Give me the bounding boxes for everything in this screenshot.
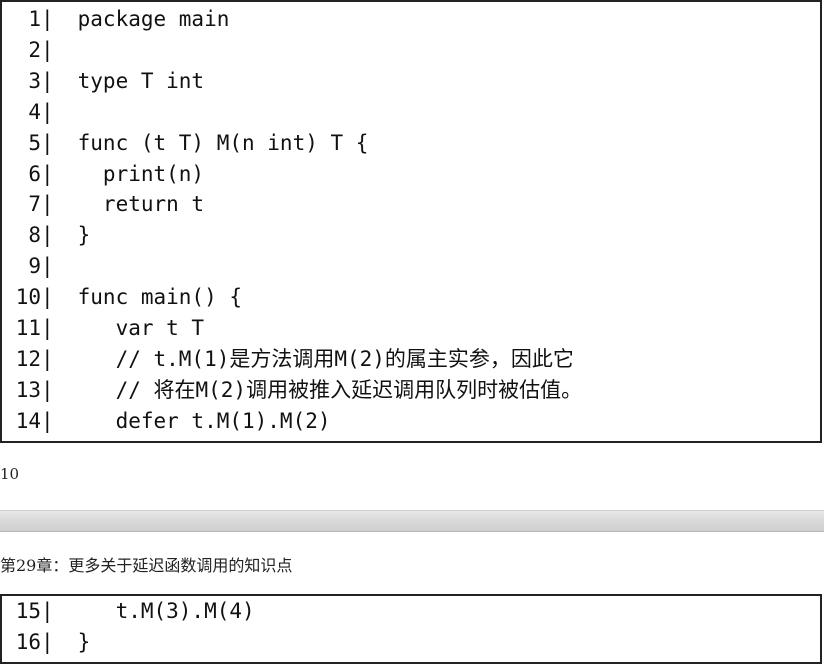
line-number: 13 [15,378,41,402]
code-text: return t [65,192,205,216]
line-number: 5 [28,131,41,155]
code-text: defer t.M(1).M(2) [65,409,331,433]
code-line: 8| } [2,220,90,251]
code-text: package main [65,7,230,31]
line-separator: | [41,316,54,340]
line-number: 2 [28,38,41,62]
line-number: 4 [28,100,41,124]
line-separator: | [41,285,54,309]
line-number: 14 [15,409,41,433]
line-number: 10 [15,285,41,309]
code-text: t.M(3).M(4) [65,599,255,623]
line-number: 15 [15,599,41,623]
code-text: } [65,630,91,654]
line-number: 1 [28,7,41,31]
code-line: 13| // 将在M(2)调用被推入延迟调用队列时被估值。 [2,375,582,406]
line-separator: | [41,254,54,278]
code-line: 1| package main [2,4,229,35]
code-line: 3| type T int [2,66,204,97]
code-text: func (t T) M(n int) T { [65,131,369,155]
code-line: 14| defer t.M(1).M(2) [2,406,331,437]
line-number: 7 [28,192,41,216]
line-separator: | [41,409,54,433]
line-separator: | [41,38,54,62]
line-separator: | [41,347,54,371]
code-line: 10| func main() { [2,282,242,313]
code-text: } [65,223,91,247]
code-block-bottom: 15| t.M(3).M(4) 16| } [0,594,822,664]
line-number: 12 [15,347,41,371]
line-separator: | [41,599,54,623]
line-separator: | [41,69,54,93]
code-text: print(n) [65,162,205,186]
code-block-top: 1| package main 2| 3| type T int 4| 5| f… [0,0,822,443]
chapter-header: 第29章：更多关于延迟函数调用的知识点 [0,556,293,575]
code-text: func main() { [65,285,243,309]
code-text: // t.M(1)是方法调用M(2)的属主实参，因此它 [65,347,574,371]
code-line: 9| [2,251,65,282]
line-separator: | [41,162,54,186]
code-line: 12| // t.M(1)是方法调用M(2)的属主实参，因此它 [2,344,574,375]
line-number: 9 [28,254,41,278]
page-divider [0,510,824,532]
code-line: 16| } [2,627,91,658]
line-number: 3 [28,69,41,93]
line-separator: | [41,223,54,247]
code-text: // 将在M(2)调用被推入延迟调用队列时被估值。 [65,378,583,402]
code-line: 5| func (t T) M(n int) T { [2,128,368,159]
code-line: 11| var t T [2,313,204,344]
line-separator: | [41,131,54,155]
code-line: 2| [2,35,65,66]
code-line: 15| t.M(3).M(4) [2,596,255,627]
line-separator: | [41,192,54,216]
code-text: type T int [65,69,205,93]
line-number: 6 [28,162,41,186]
line-number: 16 [15,630,41,654]
line-number: 8 [28,223,41,247]
code-text: var t T [65,316,205,340]
line-number: 11 [15,316,41,340]
line-separator: | [41,378,54,402]
line-separator: | [41,630,54,654]
code-line: 4| [2,97,65,128]
code-line: 7| return t [2,189,204,220]
line-separator: | [41,100,54,124]
code-line: 6| print(n) [2,159,204,190]
line-separator: | [41,7,54,31]
page-number: 10 [0,465,20,483]
